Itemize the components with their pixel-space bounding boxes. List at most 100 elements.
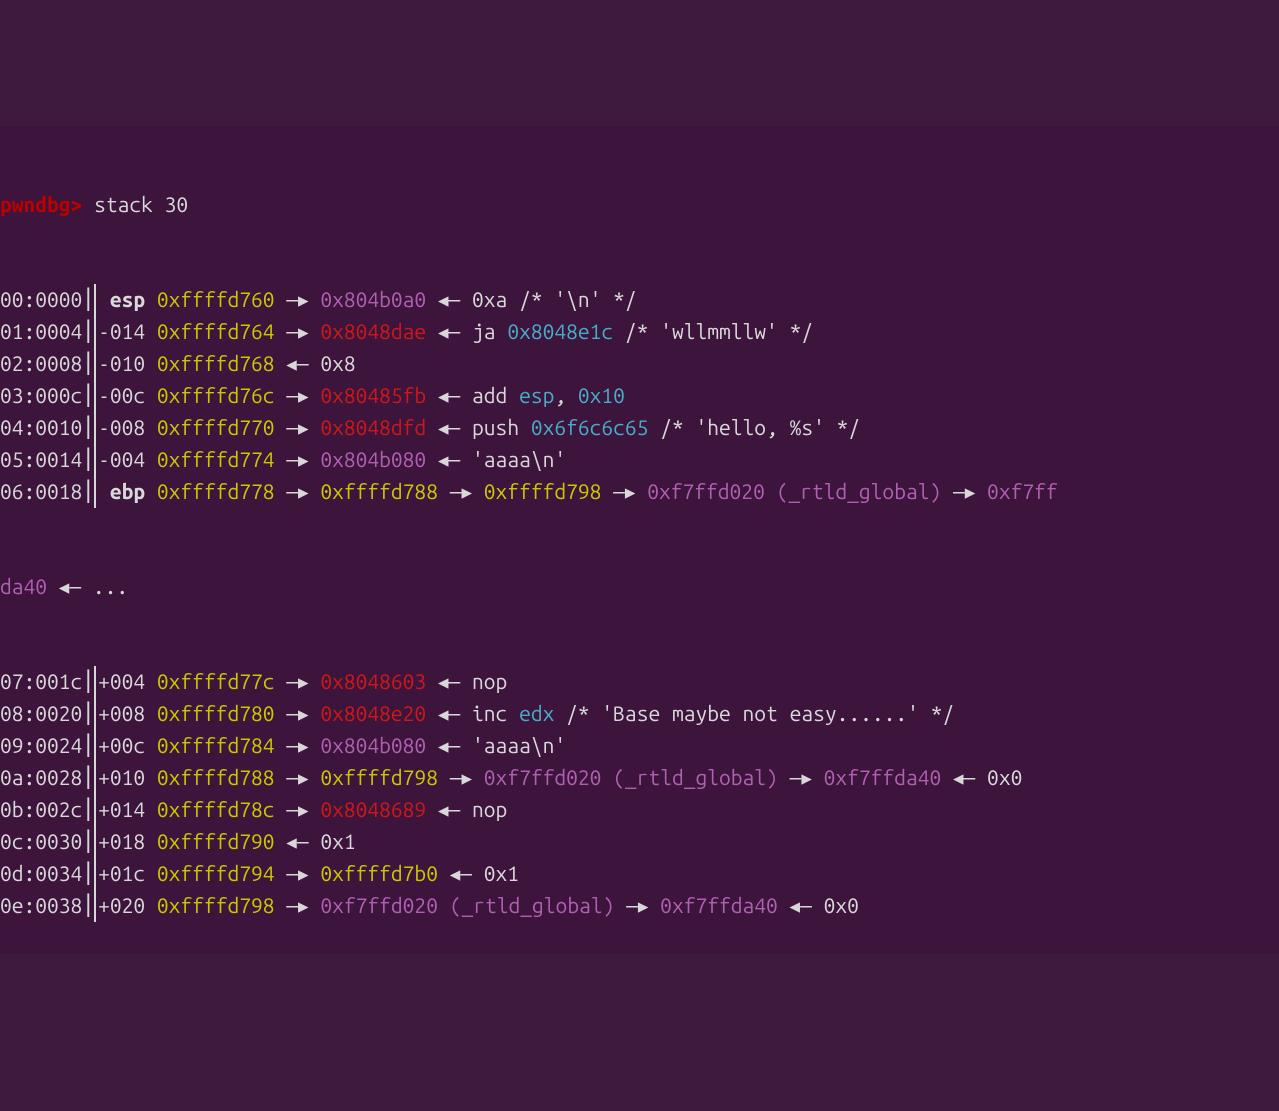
arrow-icon: —▸	[286, 858, 308, 890]
code-address: 0x8048dae	[309, 316, 438, 348]
divider: │	[82, 316, 96, 348]
row-offset: 0d:0034	[0, 858, 82, 890]
divider: │	[82, 380, 96, 412]
immediate-value: 0x8048e1c	[507, 316, 613, 348]
back-arrow-icon: ◂—	[438, 794, 460, 826]
command-text: stack 30	[94, 189, 188, 221]
terminal-output[interactable]: pwndbg> stack 30 00:0000│ esp 0xffffd760…	[0, 126, 1279, 954]
stack-address: 0xffffd788	[157, 762, 286, 794]
back-arrow-icon: ◂—	[438, 316, 460, 348]
back-arrow-icon: ◂—	[790, 890, 812, 922]
divider: │	[82, 284, 96, 316]
stack-address: 0xffffd778	[157, 476, 286, 508]
prompt: pwndbg>	[0, 189, 82, 221]
stack-rows: 00:0000│ esp 0xffffd760 —▸ 0x804b0a0 ◂— …	[0, 284, 1279, 508]
divider: │	[82, 666, 96, 698]
code-address: 0x8048e20	[309, 698, 438, 730]
register-label: esp	[98, 284, 157, 316]
string-value: 0xa /* '\n' */	[460, 284, 636, 316]
stack-address: 0xffffd764	[157, 316, 286, 348]
string-value: 'aaaa\n'	[460, 444, 566, 476]
instruction: push	[460, 412, 531, 444]
relative-offset: +014	[98, 794, 157, 826]
data-address: 0xf7ffd020	[635, 476, 776, 508]
relative-offset: -010	[98, 348, 157, 380]
stack-address: 0xffffd768	[157, 348, 286, 380]
code-address: 0x80485fb	[309, 380, 438, 412]
continuation-addr: da40	[0, 571, 47, 603]
back-arrow-icon: ◂—	[438, 730, 460, 762]
string-value: 0x0	[975, 762, 1022, 794]
row-offset: 08:0020	[0, 698, 82, 730]
row-offset: 0b:002c	[0, 794, 82, 826]
arrow-icon: —▸	[286, 762, 308, 794]
symbol-name: (_rtld_global)	[450, 890, 615, 922]
row-offset: 06:0018	[0, 476, 82, 508]
row-offset: 04:0010	[0, 412, 82, 444]
stack-row: 00:0000│ esp 0xffffd760 —▸ 0x804b0a0 ◂— …	[0, 284, 1279, 316]
stack-row: 0a:0028│+010 0xffffd788 —▸ 0xffffd798 —▸…	[0, 762, 1279, 794]
relative-offset: -004	[98, 444, 157, 476]
data-address: 0xf7ffda40	[812, 762, 953, 794]
pointer-address: 0xffffd788	[309, 476, 450, 508]
divider: │	[82, 762, 96, 794]
arrow-icon: —▸	[286, 316, 308, 348]
relative-offset: +010	[98, 762, 157, 794]
back-arrow-icon: ◂—	[438, 380, 460, 412]
back-arrow-icon: ◂—	[438, 284, 460, 316]
symbol-name: (_rtld_global)	[777, 476, 942, 508]
register-label: ebp	[98, 476, 157, 508]
relative-offset: +008	[98, 698, 157, 730]
ellipsis: ...	[81, 571, 128, 603]
relative-offset: +020	[98, 890, 157, 922]
arrow-icon: —▸	[450, 762, 472, 794]
stack-address: 0xffffd770	[157, 412, 286, 444]
string-value: /* 'wllmmllw' */	[613, 316, 813, 348]
string-value: 0x8	[309, 348, 356, 380]
stack-row: 06:0018│ ebp 0xffffd778 —▸ 0xffffd788 —▸…	[0, 476, 1279, 508]
relative-offset: +00c	[98, 730, 157, 762]
divider: │	[82, 826, 96, 858]
code-address: 0x8048603	[309, 666, 438, 698]
divider: │	[82, 412, 96, 444]
data-address: 0x804b080	[309, 730, 438, 762]
string-value: 'aaaa\n'	[460, 730, 566, 762]
row-offset: 00:0000	[0, 284, 82, 316]
stack-row: 04:0010│-008 0xffffd770 —▸ 0x8048dfd ◂— …	[0, 412, 1279, 444]
instruction: nop	[460, 666, 519, 698]
arrow-icon: —▸	[614, 890, 648, 922]
back-arrow-icon: ◂—	[286, 348, 308, 380]
relative-offset: +004	[98, 666, 157, 698]
string-value: /* 'Base maybe not easy......' */	[554, 698, 954, 730]
stack-address: 0xffffd760	[157, 284, 286, 316]
relative-offset: +01c	[98, 858, 157, 890]
back-arrow-icon: ◂—	[438, 412, 460, 444]
arrow-icon: —▸	[450, 476, 472, 508]
arrow-icon: —▸	[941, 476, 975, 508]
divider: │	[82, 444, 96, 476]
row-offset: 0c:0030	[0, 826, 82, 858]
string-value: /* 'hello, %s' */	[648, 412, 860, 444]
arrow-icon: —▸	[613, 476, 635, 508]
stack-row: 03:000c│-00c 0xffffd76c —▸ 0x80485fb ◂— …	[0, 380, 1279, 412]
string-value: 0x1	[309, 826, 356, 858]
stack-row: 0e:0038│+020 0xffffd798 —▸ 0xf7ffd020 (_…	[0, 890, 1279, 922]
instruction: inc	[460, 698, 519, 730]
stack-row: 01:0004│-014 0xffffd764 —▸ 0x8048dae ◂— …	[0, 316, 1279, 348]
prompt-line: pwndbg> stack 30	[0, 189, 1279, 221]
row-offset: 0a:0028	[0, 762, 82, 794]
register-operand: edx	[519, 698, 554, 730]
stack-rows-2: 07:001c│+004 0xffffd77c —▸ 0x8048603 ◂— …	[0, 666, 1279, 922]
stack-row: 0c:0030│+018 0xffffd790 ◂— 0x1	[0, 826, 1279, 858]
stack-address: 0xffffd78c	[157, 794, 286, 826]
stack-address: 0xffffd774	[157, 444, 286, 476]
stack-address: 0xffffd790	[157, 826, 286, 858]
data-address: 0xf7ffd020	[309, 890, 450, 922]
stack-row: 07:001c│+004 0xffffd77c —▸ 0x8048603 ◂— …	[0, 666, 1279, 698]
pointer-address: 0xffffd798	[309, 762, 450, 794]
arrow-icon: —▸	[286, 666, 308, 698]
data-address: 0xf7ffd020	[472, 762, 613, 794]
stack-address: 0xffffd784	[157, 730, 286, 762]
comma: ,	[554, 380, 578, 412]
stack-row: 0d:0034│+01c 0xffffd794 —▸ 0xffffd7b0 ◂—…	[0, 858, 1279, 890]
